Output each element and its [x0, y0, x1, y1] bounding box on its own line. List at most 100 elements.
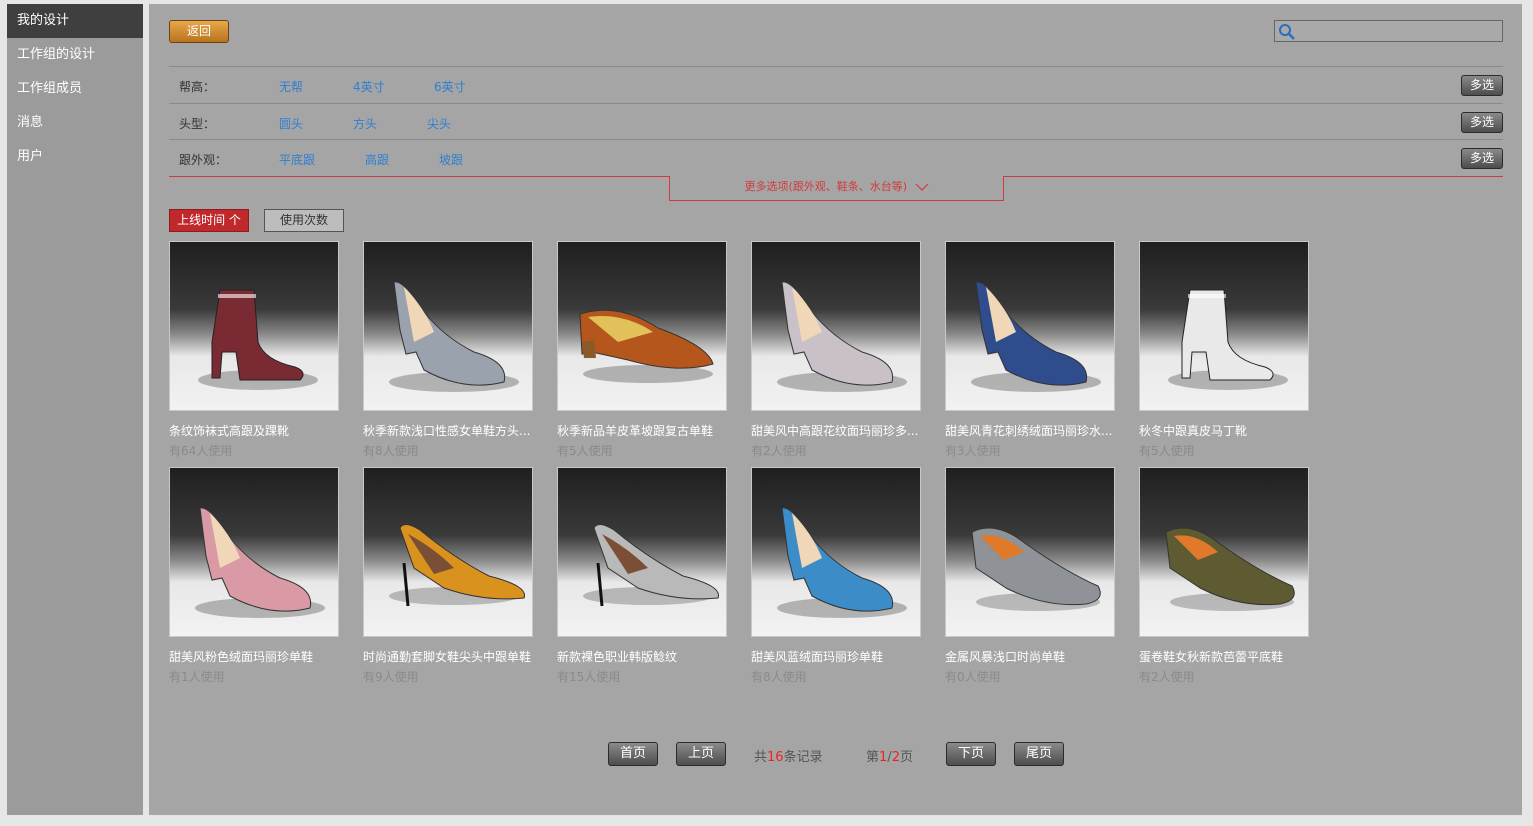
product-title[interactable]: 甜美风中高跟花纹面玛丽珍多...: [751, 422, 921, 439]
product-card[interactable]: 金属风暴浅口时尚单鞋 有0人使用: [945, 467, 1115, 685]
product-title[interactable]: 秋冬中跟真皮马丁靴: [1139, 422, 1309, 439]
product-card[interactable]: 甜美风中高跟花纹面玛丽珍多... 有2人使用: [751, 241, 921, 459]
multi-select-button[interactable]: 多选: [1461, 112, 1503, 133]
search-box: [1274, 20, 1503, 42]
shoe-image-icon: [198, 289, 318, 390]
product-thumbnail[interactable]: [363, 241, 533, 411]
filter-label: 帮高：: [179, 80, 216, 94]
sidebar-item-my-designs[interactable]: 我的设计: [7, 4, 143, 38]
product-card[interactable]: 秋季新品羊皮革坡跟复古单鞋 有5人使用: [557, 241, 727, 459]
product-usage-count: 有0人使用: [945, 670, 1001, 684]
shoe-image-icon: [195, 507, 325, 618]
product-thumbnail[interactable]: [557, 467, 727, 637]
product-usage-count: 有2人使用: [751, 444, 807, 458]
last-page-button[interactable]: 尾页: [1014, 742, 1064, 766]
product-title[interactable]: 金属风暴浅口时尚单鞋: [945, 648, 1115, 665]
product-card[interactable]: 条纹饰袜式高跟及踝靴 有64人使用: [169, 241, 339, 459]
product-card[interactable]: 秋季新款浅口性感女单鞋方头... 有8人使用: [363, 241, 533, 459]
multi-select-button[interactable]: 多选: [1461, 148, 1503, 169]
product-card[interactable]: 时尚通勤套脚女鞋尖头中跟单鞋 有9人使用: [363, 467, 533, 685]
filter-label: 头型：: [179, 117, 216, 131]
shoe-image-icon: [389, 524, 526, 607]
product-title[interactable]: 条纹饰袜式高跟及踝靴: [169, 422, 339, 439]
product-card[interactable]: 新款裸色职业韩版鲶纹 有15人使用: [557, 467, 727, 685]
filter-option[interactable]: 4英寸: [353, 78, 385, 95]
shoe-image-icon: [579, 309, 714, 383]
product-thumbnail[interactable]: [557, 241, 727, 411]
product-thumbnail[interactable]: [363, 467, 533, 637]
filter-option[interactable]: 无帮: [279, 78, 303, 95]
product-usage-count: 有8人使用: [751, 670, 807, 684]
product-usage-count: 有9人使用: [363, 670, 419, 684]
total-prefix: 共: [754, 750, 768, 765]
product-thumbnail[interactable]: [751, 241, 921, 411]
total-records: 共16条记录: [754, 746, 823, 765]
product-thumbnail[interactable]: [169, 467, 339, 637]
more-options-toggle[interactable]: 更多选项(跟外观、鞋条、水台等): [669, 176, 1004, 201]
shoe-image-icon: [1168, 289, 1288, 390]
product-title[interactable]: 时尚通勤套脚女鞋尖头中跟单鞋: [363, 648, 533, 665]
product-thumbnail[interactable]: [1139, 467, 1309, 637]
product-usage-count: 有15人使用: [557, 670, 621, 684]
sort-by-usage-button[interactable]: 使用次数: [264, 209, 344, 232]
sidebar: 我的设计 工作组的设计 工作组成员 消息 用户: [7, 4, 143, 815]
product-usage-count: 有5人使用: [1139, 444, 1195, 458]
product-usage-count: 有2人使用: [1139, 670, 1195, 684]
product-thumbnail[interactable]: [945, 241, 1115, 411]
shoe-image-icon: [971, 281, 1101, 392]
search-input[interactable]: [1299, 22, 1499, 40]
shoe-image-icon: [389, 281, 519, 392]
page-prefix: 第: [866, 750, 880, 765]
sidebar-item-users[interactable]: 用户: [7, 140, 143, 174]
sidebar-item-group-members[interactable]: 工作组成员: [7, 72, 143, 106]
product-title[interactable]: 秋季新款浅口性感女单鞋方头...: [363, 422, 533, 439]
product-usage-count: 有3人使用: [945, 444, 1001, 458]
page-indicator: 第1/2页: [866, 746, 913, 765]
product-title[interactable]: 新款裸色职业韩版鲶纹: [557, 648, 727, 665]
sort-arrow-icon: 个: [228, 213, 241, 227]
product-card[interactable]: 甜美风青花刺绣绒面玛丽珍水... 有3人使用: [945, 241, 1115, 459]
product-usage-count: 有5人使用: [557, 444, 613, 458]
shoe-image-icon: [583, 524, 720, 607]
product-card[interactable]: 甜美风蓝绒面玛丽珍单鞋 有8人使用: [751, 467, 921, 685]
filter-option[interactable]: 坡跟: [439, 151, 463, 168]
product-thumbnail[interactable]: [751, 467, 921, 637]
filter-option[interactable]: 6英寸: [434, 78, 466, 95]
product-card[interactable]: 秋冬中跟真皮马丁靴 有5人使用: [1139, 241, 1309, 459]
product-title[interactable]: 甜美风粉色绒面玛丽珍单鞋: [169, 648, 339, 665]
filter-option[interactable]: 高跟: [365, 151, 389, 168]
product-card[interactable]: 甜美风粉色绒面玛丽珍单鞋 有1人使用: [169, 467, 339, 685]
product-thumbnail[interactable]: [169, 241, 339, 411]
shoe-image-icon: [777, 281, 907, 392]
sidebar-item-group-designs[interactable]: 工作组的设计: [7, 38, 143, 72]
first-page-button[interactable]: 首页: [608, 742, 658, 766]
filter-label: 跟外观：: [179, 153, 228, 167]
filter-option[interactable]: 方头: [353, 115, 377, 132]
total-suffix: 条记录: [783, 750, 823, 765]
page-total: 2: [891, 750, 900, 765]
multi-select-button[interactable]: 多选: [1461, 75, 1503, 96]
prev-page-button[interactable]: 上页: [676, 742, 726, 766]
product-thumbnail[interactable]: [1139, 241, 1309, 411]
shoe-image-icon: [777, 507, 907, 618]
next-page-button[interactable]: 下页: [946, 742, 996, 766]
sort-label: 上线时间: [177, 213, 226, 227]
product-card[interactable]: 蛋卷鞋女秋新款芭蕾平底鞋 有2人使用: [1139, 467, 1309, 685]
back-button[interactable]: 返回: [169, 20, 229, 43]
filter-option[interactable]: 尖头: [427, 115, 451, 132]
product-title[interactable]: 甜美风蓝绒面玛丽珍单鞋: [751, 648, 921, 665]
shoe-image-icon: [971, 527, 1101, 611]
search-icon[interactable]: [1278, 23, 1296, 41]
filter-row-heel-style: 跟外观： 平底跟 高跟 坡跟 多选: [169, 139, 1503, 176]
product-thumbnail[interactable]: [945, 467, 1115, 637]
product-title[interactable]: 甜美风青花刺绣绒面玛丽珍水...: [945, 422, 1115, 439]
sidebar-item-messages[interactable]: 消息: [7, 106, 143, 140]
filter-option[interactable]: 平底跟: [279, 151, 315, 168]
product-usage-count: 有8人使用: [363, 444, 419, 458]
sort-by-online-time-button[interactable]: 上线时间 个: [169, 209, 249, 232]
filter-option[interactable]: 圆头: [279, 115, 303, 132]
product-usage-count: 有1人使用: [169, 670, 225, 684]
page-suffix: 页: [899, 750, 913, 765]
product-title[interactable]: 蛋卷鞋女秋新款芭蕾平底鞋: [1139, 648, 1309, 665]
product-title[interactable]: 秋季新品羊皮革坡跟复古单鞋: [557, 422, 727, 439]
